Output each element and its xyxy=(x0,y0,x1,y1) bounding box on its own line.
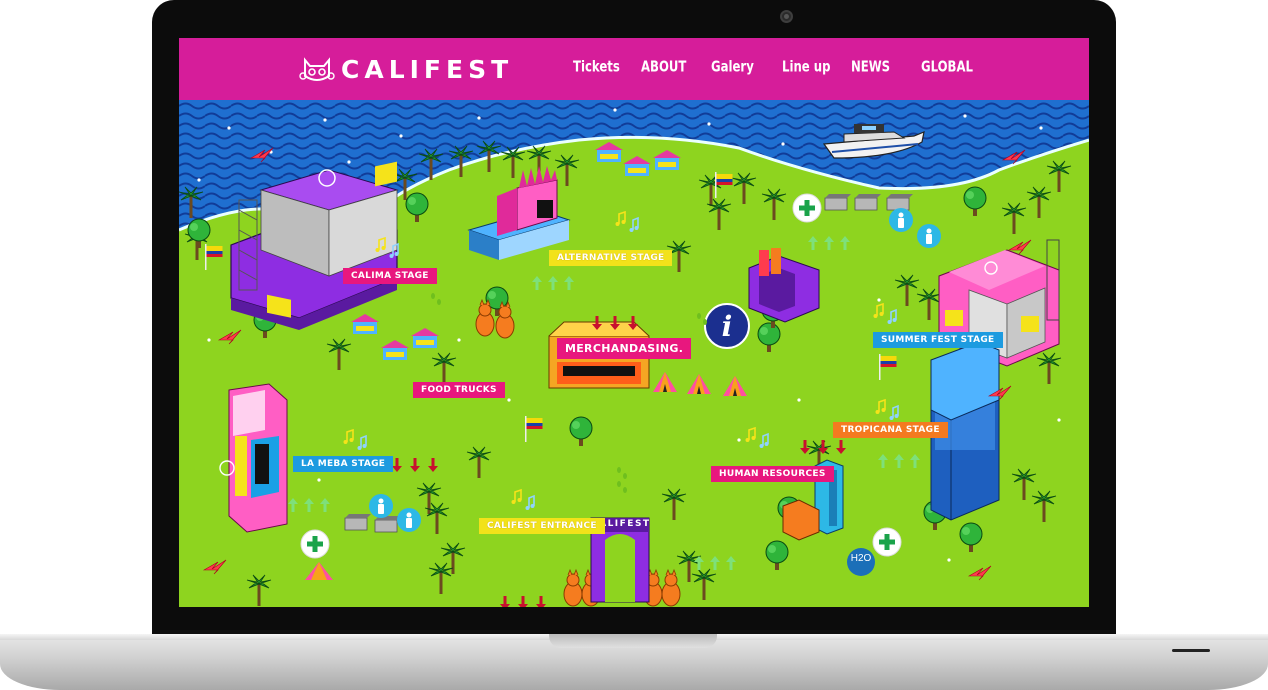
label-tropicana-stage[interactable]: TROPICANA STAGE xyxy=(833,422,948,438)
label-summer-fest-stage[interactable]: SUMMER FEST STAGE xyxy=(873,332,1003,348)
label-calima-stage[interactable]: CALIMA STAGE xyxy=(343,268,437,284)
label-food-trucks[interactable]: FOOD TRUCKS xyxy=(413,382,505,398)
purple-structure xyxy=(748,248,820,323)
label-la-meba-stage[interactable]: LA MEBA STAGE xyxy=(293,456,394,472)
navbar: CALIFEST Tickets ABOUT Galery Line up NE… xyxy=(179,38,1089,100)
info-icon[interactable]: i xyxy=(705,304,749,348)
la-meba-stage xyxy=(219,383,288,533)
label-alternative-stage[interactable]: ALTERNATIVE STAGE xyxy=(549,250,673,266)
nav-tickets[interactable]: Tickets xyxy=(573,59,620,76)
webcam-icon xyxy=(780,10,793,23)
nav-about[interactable]: ABOUT xyxy=(641,59,686,76)
screen: CALIFEST Tickets ABOUT Galery Line up NE… xyxy=(179,38,1089,607)
cat-logo-icon xyxy=(299,57,335,81)
alternative-stage xyxy=(467,166,571,260)
brand-name: CALIFEST xyxy=(341,54,514,84)
laptop-notch xyxy=(549,634,717,648)
label-merchandising[interactable]: MERCHANDASING. xyxy=(557,338,692,359)
h2o-marker[interactable]: H2O xyxy=(847,553,875,571)
info-glyph: i xyxy=(721,309,733,343)
logo[interactable]: CALIFEST xyxy=(299,50,513,88)
festival-map: i H2O CALIFEST CALIMA STAGE ALTERNATIVE … xyxy=(179,100,1089,607)
h2o-label: H2O xyxy=(850,553,872,564)
nav-global[interactable]: GLOBAL xyxy=(921,59,973,76)
laptop-indicator xyxy=(1172,649,1210,652)
nav-galery[interactable]: Galery xyxy=(711,59,754,76)
nav-line-up[interactable]: Line up xyxy=(782,59,831,76)
label-califest-entrance[interactable]: CALIFEST ENTRANCE xyxy=(479,518,605,534)
label-human-resources[interactable]: HUMAN RESOURCES xyxy=(711,466,834,482)
nav-news[interactable]: NEWS xyxy=(851,59,890,76)
